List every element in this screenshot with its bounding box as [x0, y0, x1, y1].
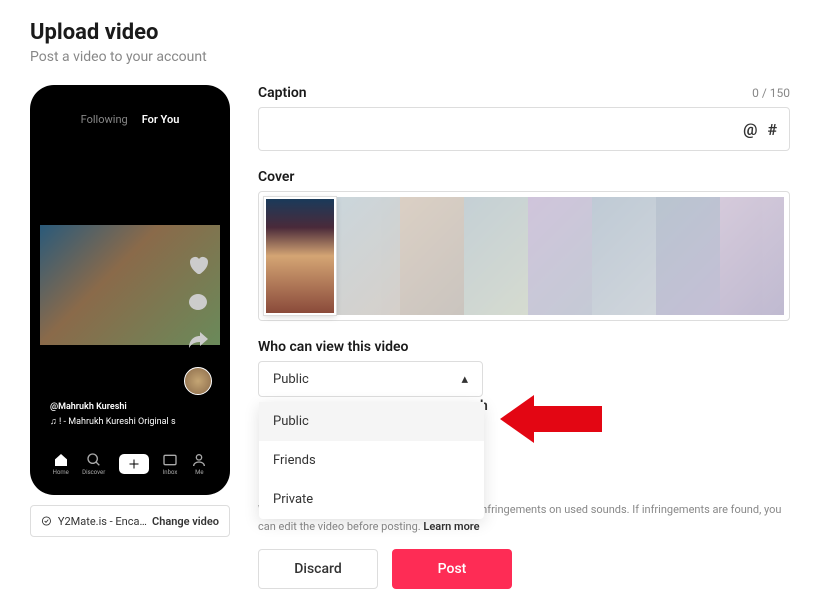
phone-preview: Following For You @ — [30, 85, 230, 495]
share-icon — [186, 329, 210, 353]
privacy-dropdown[interactable]: Public ▴ Public Friends Private — [258, 361, 483, 397]
discard-button[interactable]: Discard — [258, 549, 378, 589]
cover-selected-thumb[interactable] — [264, 197, 336, 315]
cover-thumb[interactable] — [336, 197, 400, 315]
privacy-selected: Public — [273, 372, 309, 387]
mention-button[interactable]: @ — [743, 120, 757, 139]
caption-counter: 0 / 150 — [752, 86, 790, 100]
tab-following: Following — [81, 113, 128, 126]
file-name: Y2Mate.is - Encanto bu... — [58, 515, 152, 528]
nav-home: Home — [53, 452, 69, 476]
comment-icon — [186, 291, 210, 315]
cover-selector[interactable] — [258, 191, 790, 321]
caption-input[interactable]: @ # — [258, 107, 790, 151]
cover-label: Cover — [258, 169, 790, 185]
annotation-arrow — [500, 395, 602, 443]
privacy-label: Who can view this video — [258, 339, 790, 355]
tab-foryou: For You — [142, 113, 180, 126]
heart-icon — [186, 253, 210, 277]
preview-sound: ♫ ! - Mahrukh Kureshi Original s — [50, 416, 176, 427]
nav-plus — [119, 454, 149, 474]
cover-thumb[interactable] — [464, 197, 528, 315]
cover-thumb[interactable] — [656, 197, 720, 315]
check-circle-icon — [41, 514, 52, 528]
page-title: Upload video — [30, 20, 790, 45]
change-video-button[interactable]: Change video — [152, 515, 219, 528]
cover-thumb[interactable] — [720, 197, 784, 315]
chevron-up-icon: ▴ — [461, 372, 468, 387]
sound-avatar — [184, 367, 212, 395]
privacy-option-private[interactable]: Private — [259, 480, 484, 519]
cover-thumb[interactable] — [400, 197, 464, 315]
nav-inbox: Inbox — [162, 452, 178, 476]
cover-thumb[interactable] — [592, 197, 656, 315]
learn-more-link[interactable]: Learn more — [423, 520, 479, 533]
privacy-menu: Public Friends Private — [259, 402, 484, 519]
nav-me: Me — [191, 452, 207, 476]
nav-discover: Discover — [82, 452, 105, 476]
hashtag-button[interactable]: # — [767, 120, 777, 139]
privacy-option-friends[interactable]: Friends — [259, 441, 484, 480]
preview-username: @Mahrukh Kureshi — [50, 402, 176, 412]
caption-label: Caption — [258, 85, 307, 101]
page-subtitle: Post a video to your account — [30, 49, 790, 65]
post-button[interactable]: Post — [392, 549, 512, 589]
privacy-option-public[interactable]: Public — [259, 402, 484, 441]
cover-thumb[interactable] — [528, 197, 592, 315]
